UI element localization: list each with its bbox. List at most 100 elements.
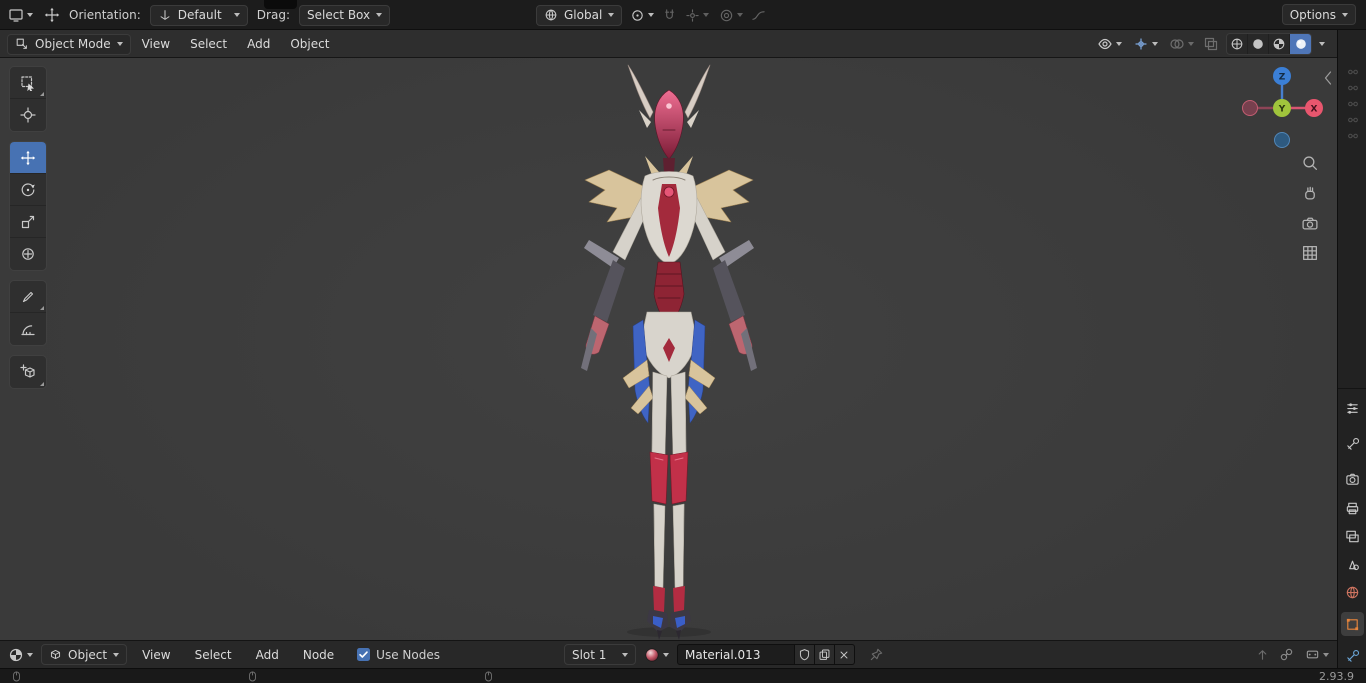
tab-world-properties[interactable] xyxy=(1341,580,1364,604)
tool-shelf xyxy=(9,66,47,398)
editor-type-select[interactable] xyxy=(6,4,35,26)
pivot-icon xyxy=(630,8,645,23)
material-ball-icon xyxy=(644,647,660,663)
shader-header-right xyxy=(1255,644,1331,666)
viewport-3d[interactable]: Z X Y xyxy=(0,58,1337,640)
grid-icon[interactable] xyxy=(1301,244,1319,262)
new-material-button[interactable] xyxy=(814,644,835,665)
tab-modifier-properties[interactable] xyxy=(1341,644,1364,668)
tool-group-annotate xyxy=(9,280,47,346)
material-name-field[interactable]: Material.013 xyxy=(676,644,795,665)
pin-icon[interactable] xyxy=(869,647,884,662)
right-panel xyxy=(1337,30,1366,668)
shading-solid-button[interactable] xyxy=(1248,34,1269,54)
camera-icon[interactable] xyxy=(1301,214,1319,232)
xray-toggle-icon[interactable] xyxy=(1203,36,1219,52)
properties-editor-type-icon[interactable] xyxy=(1341,396,1364,420)
overlays-dropdown[interactable] xyxy=(1167,33,1196,55)
character-model[interactable] xyxy=(477,60,867,640)
workspace-tab-remnant[interactable] xyxy=(264,0,297,9)
drag-dropdown[interactable]: Select Box xyxy=(298,4,391,26)
snap-link-icon[interactable] xyxy=(1279,647,1294,662)
menu-view[interactable]: View xyxy=(133,33,179,55)
pivot-point-dropdown[interactable] xyxy=(628,4,656,26)
axis-neg-z-ball[interactable] xyxy=(1274,132,1290,148)
use-nodes-label: Use Nodes xyxy=(376,647,440,662)
menu-add[interactable]: Add xyxy=(238,33,279,55)
tool-scale[interactable] xyxy=(10,206,46,238)
node-menu-node[interactable]: Node xyxy=(294,644,343,666)
shading-wireframe-button[interactable] xyxy=(1227,34,1248,54)
mouse-hint-icon xyxy=(249,671,256,682)
tab-object-properties[interactable] xyxy=(1341,612,1364,636)
transform-orientation-dropdown[interactable]: Global xyxy=(536,4,623,26)
chevron-down-icon xyxy=(233,13,240,17)
chevron-down-icon xyxy=(662,652,669,657)
orientation-dropdown[interactable]: Default xyxy=(149,4,248,26)
material-slot-dropdown[interactable]: Slot 1 xyxy=(563,644,636,665)
mode-dropdown[interactable]: Object Mode xyxy=(7,33,131,55)
menu-object[interactable]: Object xyxy=(281,33,338,55)
chevron-down-icon xyxy=(648,13,655,17)
shading-rendered-button[interactable] xyxy=(1290,34,1311,54)
orientation-label: Orientation: xyxy=(69,8,141,22)
chevron-down-icon xyxy=(1152,42,1158,46)
go-to-parent-icon[interactable] xyxy=(1255,647,1270,662)
gizmo-icon xyxy=(1133,36,1149,52)
tool-cursor[interactable] xyxy=(10,99,46,131)
tool-measure[interactable] xyxy=(10,313,46,345)
unlink-material-button[interactable] xyxy=(834,644,855,665)
tool-transform[interactable] xyxy=(10,238,46,270)
node-menu-select[interactable]: Select xyxy=(186,644,241,666)
tool-group-add xyxy=(9,355,47,389)
tab-tool-properties[interactable] xyxy=(1341,432,1364,456)
chevron-down-icon xyxy=(1116,42,1122,46)
topbar-middle: Global xyxy=(536,4,766,26)
proportional-editing-dropdown[interactable] xyxy=(717,4,745,26)
falloff-curve-icon[interactable] xyxy=(751,8,766,23)
tab-render-properties[interactable] xyxy=(1341,467,1364,491)
axis-neg-x-ball[interactable] xyxy=(1242,100,1258,116)
node-menu-view[interactable]: View xyxy=(133,644,179,666)
use-nodes-checkbox[interactable] xyxy=(357,648,371,661)
axis-x-label: X xyxy=(1311,105,1318,115)
tab-scene-properties[interactable] xyxy=(1341,552,1364,576)
tool-move[interactable] xyxy=(10,142,46,174)
shader-editor-type-select[interactable] xyxy=(6,644,35,666)
tool-add-cube[interactable] xyxy=(10,356,46,388)
shader-type-dropdown[interactable]: Object xyxy=(41,644,128,665)
zoom-icon[interactable] xyxy=(1301,154,1319,172)
overlays-icon xyxy=(1169,36,1185,52)
active-tool-move-icon xyxy=(44,7,60,23)
slot-value: Slot 1 xyxy=(571,647,607,662)
tool-rotate[interactable] xyxy=(10,174,46,206)
tab-view-layer-properties[interactable] xyxy=(1341,524,1364,548)
outliner-row-icon[interactable] xyxy=(1341,124,1364,148)
object-mode-icon xyxy=(15,37,29,51)
tool-annotate[interactable] xyxy=(10,281,46,313)
blender-window: Orientation: Default Drag: Select Box Gl… xyxy=(0,0,1366,683)
options-dropdown[interactable]: Options xyxy=(1281,4,1356,25)
snap-magnet-icon[interactable] xyxy=(662,8,677,23)
browse-material-dropdown[interactable] xyxy=(642,644,671,666)
tab-output-properties[interactable] xyxy=(1341,496,1364,520)
show-gizmo-dropdown[interactable] xyxy=(1131,33,1160,55)
transform-orientation-value: Global xyxy=(564,8,603,22)
object-visibility-dropdown[interactable] xyxy=(1095,33,1124,55)
fake-user-button[interactable] xyxy=(794,644,815,665)
viewport-header-right xyxy=(1095,33,1325,55)
tool-select-box[interactable] xyxy=(10,67,46,99)
chevron-down-icon[interactable] xyxy=(1319,42,1325,46)
navigation-gizmo[interactable]: Z X Y xyxy=(1232,58,1332,158)
orientation-axis-icon xyxy=(158,8,172,22)
snap-target-dropdown[interactable] xyxy=(683,4,711,26)
hand-icon[interactable] xyxy=(1301,184,1319,202)
editor-options-dropdown[interactable] xyxy=(1303,644,1331,666)
sidebar-collapse-arrow[interactable] xyxy=(1322,70,1334,86)
shading-material-button[interactable] xyxy=(1269,34,1290,54)
proportional-editing-icon xyxy=(719,8,734,23)
menu-select[interactable]: Select xyxy=(181,33,236,55)
mouse-hint-icon xyxy=(485,671,492,682)
chevron-down-icon xyxy=(608,13,615,17)
node-menu-add[interactable]: Add xyxy=(247,644,288,666)
